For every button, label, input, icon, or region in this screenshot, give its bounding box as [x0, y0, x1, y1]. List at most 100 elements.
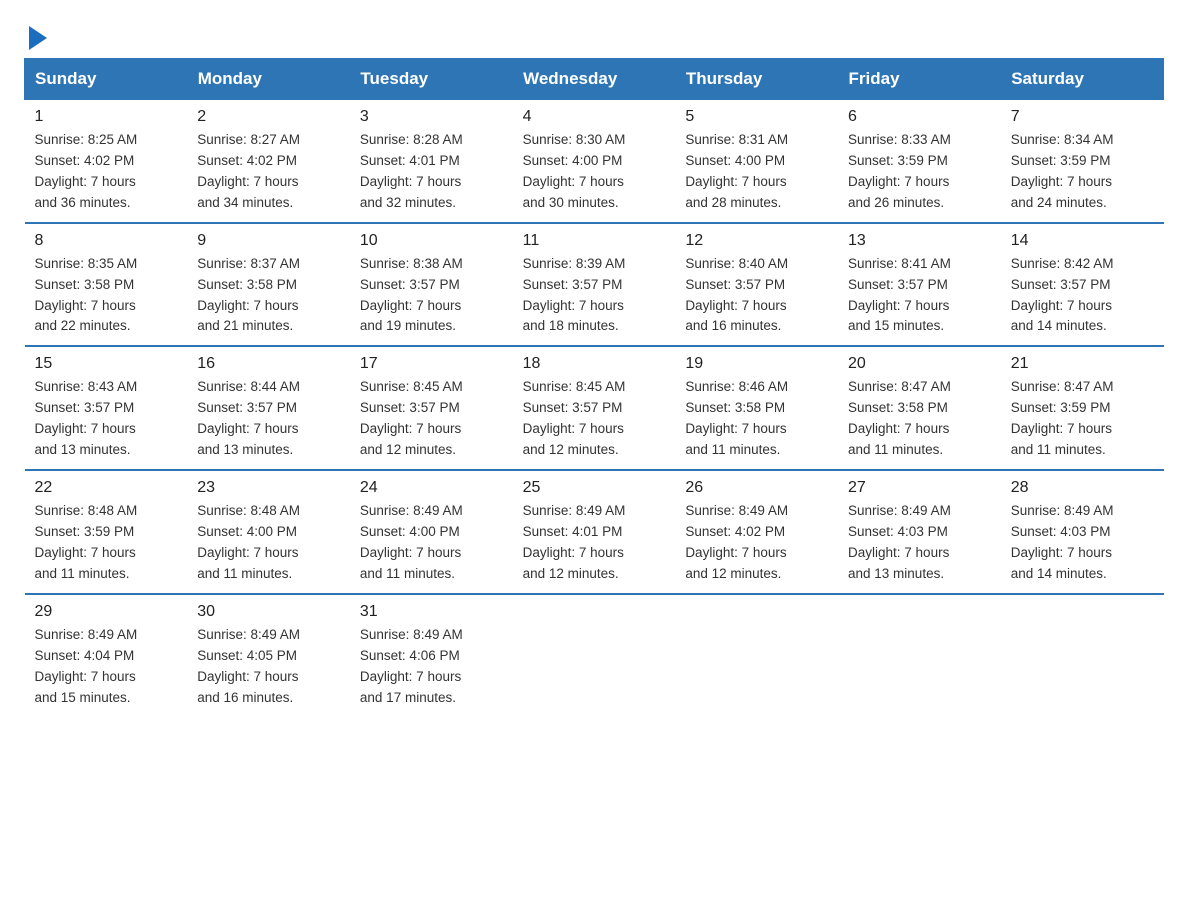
- day-number: 30: [197, 603, 340, 621]
- day-info: Sunrise: 8:49 AMSunset: 4:04 PMDaylight:…: [35, 627, 138, 705]
- day-number: 17: [360, 355, 503, 373]
- day-info: Sunrise: 8:45 AMSunset: 3:57 PMDaylight:…: [523, 379, 626, 457]
- calendar-day-cell: 29 Sunrise: 8:49 AMSunset: 4:04 PMDaylig…: [25, 594, 188, 717]
- calendar-day-cell: 2 Sunrise: 8:27 AMSunset: 4:02 PMDayligh…: [187, 100, 350, 223]
- day-number: 2: [197, 108, 340, 126]
- calendar-day-cell: [838, 594, 1001, 717]
- day-number: 25: [523, 479, 666, 497]
- calendar-day-cell: 17 Sunrise: 8:45 AMSunset: 3:57 PMDaylig…: [350, 346, 513, 470]
- weekday-header-thursday: Thursday: [675, 59, 838, 100]
- calendar-day-cell: 25 Sunrise: 8:49 AMSunset: 4:01 PMDaylig…: [513, 470, 676, 594]
- day-info: Sunrise: 8:48 AMSunset: 3:59 PMDaylight:…: [35, 503, 138, 581]
- calendar-day-cell: 23 Sunrise: 8:48 AMSunset: 4:00 PMDaylig…: [187, 470, 350, 594]
- day-number: 11: [523, 232, 666, 250]
- day-number: 28: [1011, 479, 1154, 497]
- day-number: 22: [35, 479, 178, 497]
- day-info: Sunrise: 8:25 AMSunset: 4:02 PMDaylight:…: [35, 132, 138, 210]
- day-info: Sunrise: 8:47 AMSunset: 3:59 PMDaylight:…: [1011, 379, 1114, 457]
- calendar-day-cell: 15 Sunrise: 8:43 AMSunset: 3:57 PMDaylig…: [25, 346, 188, 470]
- day-info: Sunrise: 8:34 AMSunset: 3:59 PMDaylight:…: [1011, 132, 1114, 210]
- weekday-header-saturday: Saturday: [1001, 59, 1164, 100]
- calendar-day-cell: 9 Sunrise: 8:37 AMSunset: 3:58 PMDayligh…: [187, 223, 350, 347]
- day-number: 16: [197, 355, 340, 373]
- day-number: 5: [685, 108, 828, 126]
- day-info: Sunrise: 8:40 AMSunset: 3:57 PMDaylight:…: [685, 256, 788, 334]
- calendar-day-cell: 14 Sunrise: 8:42 AMSunset: 3:57 PMDaylig…: [1001, 223, 1164, 347]
- calendar-day-cell: 10 Sunrise: 8:38 AMSunset: 3:57 PMDaylig…: [350, 223, 513, 347]
- day-info: Sunrise: 8:49 AMSunset: 4:02 PMDaylight:…: [685, 503, 788, 581]
- weekday-header-tuesday: Tuesday: [350, 59, 513, 100]
- day-number: 13: [848, 232, 991, 250]
- calendar-week-row: 8 Sunrise: 8:35 AMSunset: 3:58 PMDayligh…: [25, 223, 1164, 347]
- day-info: Sunrise: 8:42 AMSunset: 3:57 PMDaylight:…: [1011, 256, 1114, 334]
- day-info: Sunrise: 8:31 AMSunset: 4:00 PMDaylight:…: [685, 132, 788, 210]
- calendar-day-cell: 4 Sunrise: 8:30 AMSunset: 4:00 PMDayligh…: [513, 100, 676, 223]
- calendar-day-cell: 19 Sunrise: 8:46 AMSunset: 3:58 PMDaylig…: [675, 346, 838, 470]
- calendar-day-cell: [675, 594, 838, 717]
- calendar-day-cell: [1001, 594, 1164, 717]
- calendar-table: SundayMondayTuesdayWednesdayThursdayFrid…: [24, 58, 1164, 716]
- calendar-day-cell: 21 Sunrise: 8:47 AMSunset: 3:59 PMDaylig…: [1001, 346, 1164, 470]
- day-number: 8: [35, 232, 178, 250]
- calendar-day-cell: 8 Sunrise: 8:35 AMSunset: 3:58 PMDayligh…: [25, 223, 188, 347]
- calendar-day-cell: 30 Sunrise: 8:49 AMSunset: 4:05 PMDaylig…: [187, 594, 350, 717]
- calendar-day-cell: 22 Sunrise: 8:48 AMSunset: 3:59 PMDaylig…: [25, 470, 188, 594]
- day-number: 1: [35, 108, 178, 126]
- day-number: 20: [848, 355, 991, 373]
- day-info: Sunrise: 8:49 AMSunset: 4:03 PMDaylight:…: [1011, 503, 1114, 581]
- calendar-day-cell: 11 Sunrise: 8:39 AMSunset: 3:57 PMDaylig…: [513, 223, 676, 347]
- day-number: 14: [1011, 232, 1154, 250]
- calendar-day-cell: 7 Sunrise: 8:34 AMSunset: 3:59 PMDayligh…: [1001, 100, 1164, 223]
- day-info: Sunrise: 8:41 AMSunset: 3:57 PMDaylight:…: [848, 256, 951, 334]
- calendar-body: 1 Sunrise: 8:25 AMSunset: 4:02 PMDayligh…: [25, 100, 1164, 717]
- calendar-day-cell: 20 Sunrise: 8:47 AMSunset: 3:58 PMDaylig…: [838, 346, 1001, 470]
- day-number: 31: [360, 603, 503, 621]
- day-info: Sunrise: 8:48 AMSunset: 4:00 PMDaylight:…: [197, 503, 300, 581]
- day-number: 4: [523, 108, 666, 126]
- calendar-day-cell: 3 Sunrise: 8:28 AMSunset: 4:01 PMDayligh…: [350, 100, 513, 223]
- day-number: 6: [848, 108, 991, 126]
- day-info: Sunrise: 8:49 AMSunset: 4:00 PMDaylight:…: [360, 503, 463, 581]
- weekday-header-monday: Monday: [187, 59, 350, 100]
- calendar-day-cell: 16 Sunrise: 8:44 AMSunset: 3:57 PMDaylig…: [187, 346, 350, 470]
- day-number: 29: [35, 603, 178, 621]
- day-number: 27: [848, 479, 991, 497]
- calendar-day-cell: 24 Sunrise: 8:49 AMSunset: 4:00 PMDaylig…: [350, 470, 513, 594]
- calendar-day-cell: 18 Sunrise: 8:45 AMSunset: 3:57 PMDaylig…: [513, 346, 676, 470]
- day-number: 7: [1011, 108, 1154, 126]
- weekday-header-sunday: Sunday: [25, 59, 188, 100]
- day-info: Sunrise: 8:33 AMSunset: 3:59 PMDaylight:…: [848, 132, 951, 210]
- day-number: 24: [360, 479, 503, 497]
- calendar-header: SundayMondayTuesdayWednesdayThursdayFrid…: [25, 59, 1164, 100]
- day-number: 12: [685, 232, 828, 250]
- day-info: Sunrise: 8:43 AMSunset: 3:57 PMDaylight:…: [35, 379, 138, 457]
- day-number: 21: [1011, 355, 1154, 373]
- calendar-day-cell: 31 Sunrise: 8:49 AMSunset: 4:06 PMDaylig…: [350, 594, 513, 717]
- day-number: 3: [360, 108, 503, 126]
- day-info: Sunrise: 8:44 AMSunset: 3:57 PMDaylight:…: [197, 379, 300, 457]
- calendar-day-cell: 27 Sunrise: 8:49 AMSunset: 4:03 PMDaylig…: [838, 470, 1001, 594]
- calendar-week-row: 29 Sunrise: 8:49 AMSunset: 4:04 PMDaylig…: [25, 594, 1164, 717]
- day-number: 26: [685, 479, 828, 497]
- day-info: Sunrise: 8:35 AMSunset: 3:58 PMDaylight:…: [35, 256, 138, 334]
- day-info: Sunrise: 8:37 AMSunset: 3:58 PMDaylight:…: [197, 256, 300, 334]
- day-info: Sunrise: 8:49 AMSunset: 4:01 PMDaylight:…: [523, 503, 626, 581]
- calendar-day-cell: 12 Sunrise: 8:40 AMSunset: 3:57 PMDaylig…: [675, 223, 838, 347]
- day-number: 23: [197, 479, 340, 497]
- day-number: 10: [360, 232, 503, 250]
- day-info: Sunrise: 8:30 AMSunset: 4:00 PMDaylight:…: [523, 132, 626, 210]
- weekday-header-friday: Friday: [838, 59, 1001, 100]
- calendar-day-cell: 28 Sunrise: 8:49 AMSunset: 4:03 PMDaylig…: [1001, 470, 1164, 594]
- day-number: 15: [35, 355, 178, 373]
- calendar-day-cell: [513, 594, 676, 717]
- calendar-day-cell: 1 Sunrise: 8:25 AMSunset: 4:02 PMDayligh…: [25, 100, 188, 223]
- calendar-week-row: 22 Sunrise: 8:48 AMSunset: 3:59 PMDaylig…: [25, 470, 1164, 594]
- page-header: [24, 24, 1164, 46]
- day-number: 9: [197, 232, 340, 250]
- calendar-day-cell: 6 Sunrise: 8:33 AMSunset: 3:59 PMDayligh…: [838, 100, 1001, 223]
- day-info: Sunrise: 8:38 AMSunset: 3:57 PMDaylight:…: [360, 256, 463, 334]
- calendar-day-cell: 13 Sunrise: 8:41 AMSunset: 3:57 PMDaylig…: [838, 223, 1001, 347]
- day-number: 19: [685, 355, 828, 373]
- day-info: Sunrise: 8:47 AMSunset: 3:58 PMDaylight:…: [848, 379, 951, 457]
- logo: [24, 24, 49, 46]
